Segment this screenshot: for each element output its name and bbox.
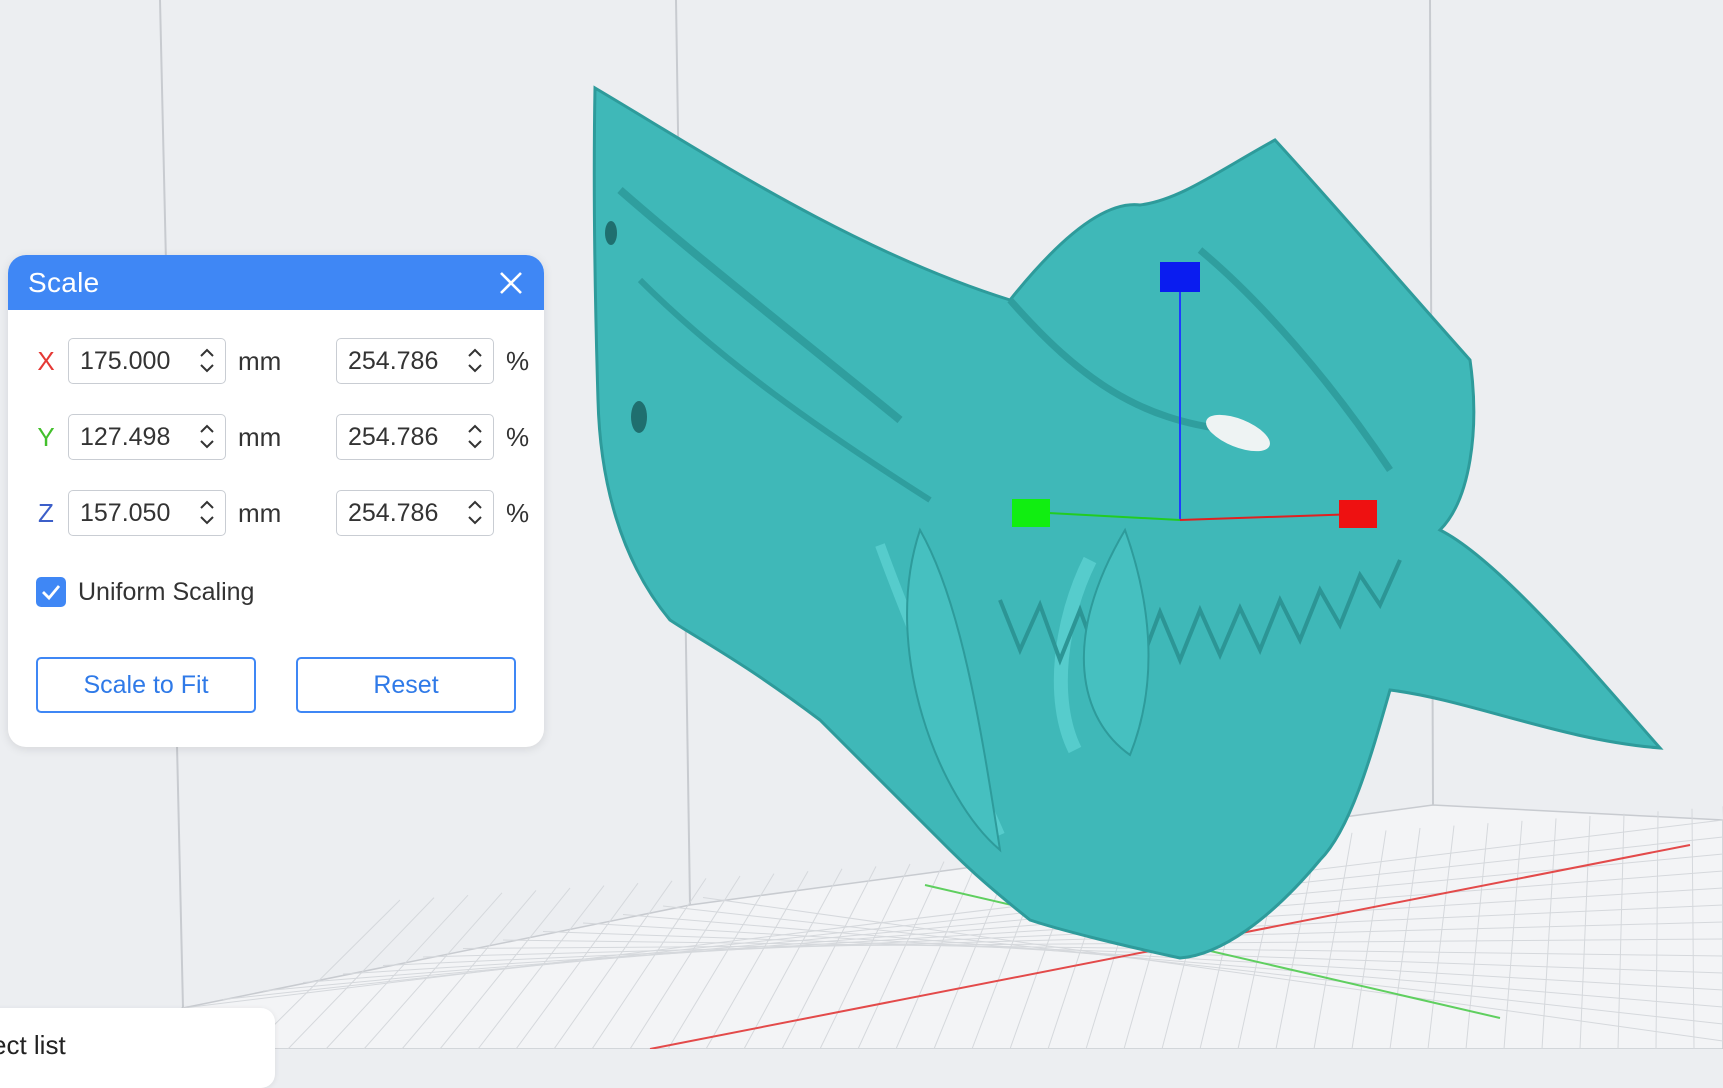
checkmark-icon xyxy=(42,585,61,601)
close-icon xyxy=(500,271,522,294)
z-percent-spinner[interactable] xyxy=(460,493,490,533)
uniform-scaling-label: Uniform Scaling xyxy=(78,577,255,606)
gizmo-y-handle[interactable] xyxy=(1012,499,1050,527)
uniform-scaling-option[interactable]: Uniform Scaling xyxy=(36,577,254,607)
axis-label-x: X xyxy=(37,345,55,376)
y-mm-spinner[interactable] xyxy=(192,417,222,457)
uniform-scaling-checkbox[interactable] xyxy=(36,577,66,607)
chevron-down-icon[interactable] xyxy=(200,361,214,377)
scale-row-x: X mm % xyxy=(8,337,529,385)
percent-unit-label: % xyxy=(506,421,530,452)
z-percent-stepper[interactable] xyxy=(336,490,494,536)
scale-row-y: Y mm % xyxy=(8,413,529,461)
x-mm-input[interactable] xyxy=(69,345,192,377)
y-percent-stepper[interactable] xyxy=(336,414,494,460)
chevron-up-icon[interactable] xyxy=(468,345,482,361)
chevron-up-icon[interactable] xyxy=(200,345,214,361)
scale-row-z: Z mm % xyxy=(8,489,529,537)
z-mm-stepper[interactable] xyxy=(68,490,226,536)
gizmo-z-handle[interactable] xyxy=(1160,262,1200,292)
close-button[interactable] xyxy=(494,266,528,300)
mm-unit-label: mm xyxy=(238,497,282,528)
chevron-down-icon[interactable] xyxy=(468,361,482,377)
scale-panel: Scale X mm % Y xyxy=(8,255,544,747)
chevron-down-icon[interactable] xyxy=(468,513,482,529)
percent-unit-label: % xyxy=(506,345,530,376)
x-percent-spinner[interactable] xyxy=(460,341,490,381)
percent-unit-label: % xyxy=(506,497,530,528)
chevron-up-icon[interactable] xyxy=(200,421,214,437)
axis-label-z: Z xyxy=(38,497,54,528)
z-mm-input[interactable] xyxy=(69,497,192,529)
z-mm-spinner[interactable] xyxy=(192,493,222,533)
mm-unit-label: mm xyxy=(238,345,282,376)
panel-title: Scale xyxy=(28,266,100,298)
reset-button[interactable]: Reset xyxy=(296,657,516,713)
scale-to-fit-button[interactable]: Scale to Fit xyxy=(36,657,256,713)
scale-panel-header: Scale xyxy=(8,255,544,310)
x-mm-stepper[interactable] xyxy=(68,338,226,384)
mm-unit-label: mm xyxy=(238,421,282,452)
y-mm-stepper[interactable] xyxy=(68,414,226,460)
y-percent-spinner[interactable] xyxy=(460,417,490,457)
axis-label-y: Y xyxy=(37,421,55,452)
z-percent-input[interactable] xyxy=(337,497,460,529)
x-percent-input[interactable] xyxy=(337,345,460,377)
chevron-down-icon[interactable] xyxy=(200,437,214,453)
chevron-down-icon[interactable] xyxy=(200,513,214,529)
object-list-panel[interactable]: ect list xyxy=(0,1008,275,1088)
x-percent-stepper[interactable] xyxy=(336,338,494,384)
y-mm-input[interactable] xyxy=(69,421,192,453)
chevron-up-icon[interactable] xyxy=(200,497,214,513)
x-mm-spinner[interactable] xyxy=(192,341,222,381)
chevron-up-icon[interactable] xyxy=(468,421,482,437)
gizmo-x-handle[interactable] xyxy=(1339,500,1377,528)
chevron-up-icon[interactable] xyxy=(468,497,482,513)
y-percent-input[interactable] xyxy=(337,421,460,453)
chevron-down-icon[interactable] xyxy=(468,437,482,453)
object-list-label: ect list xyxy=(0,1030,66,1060)
